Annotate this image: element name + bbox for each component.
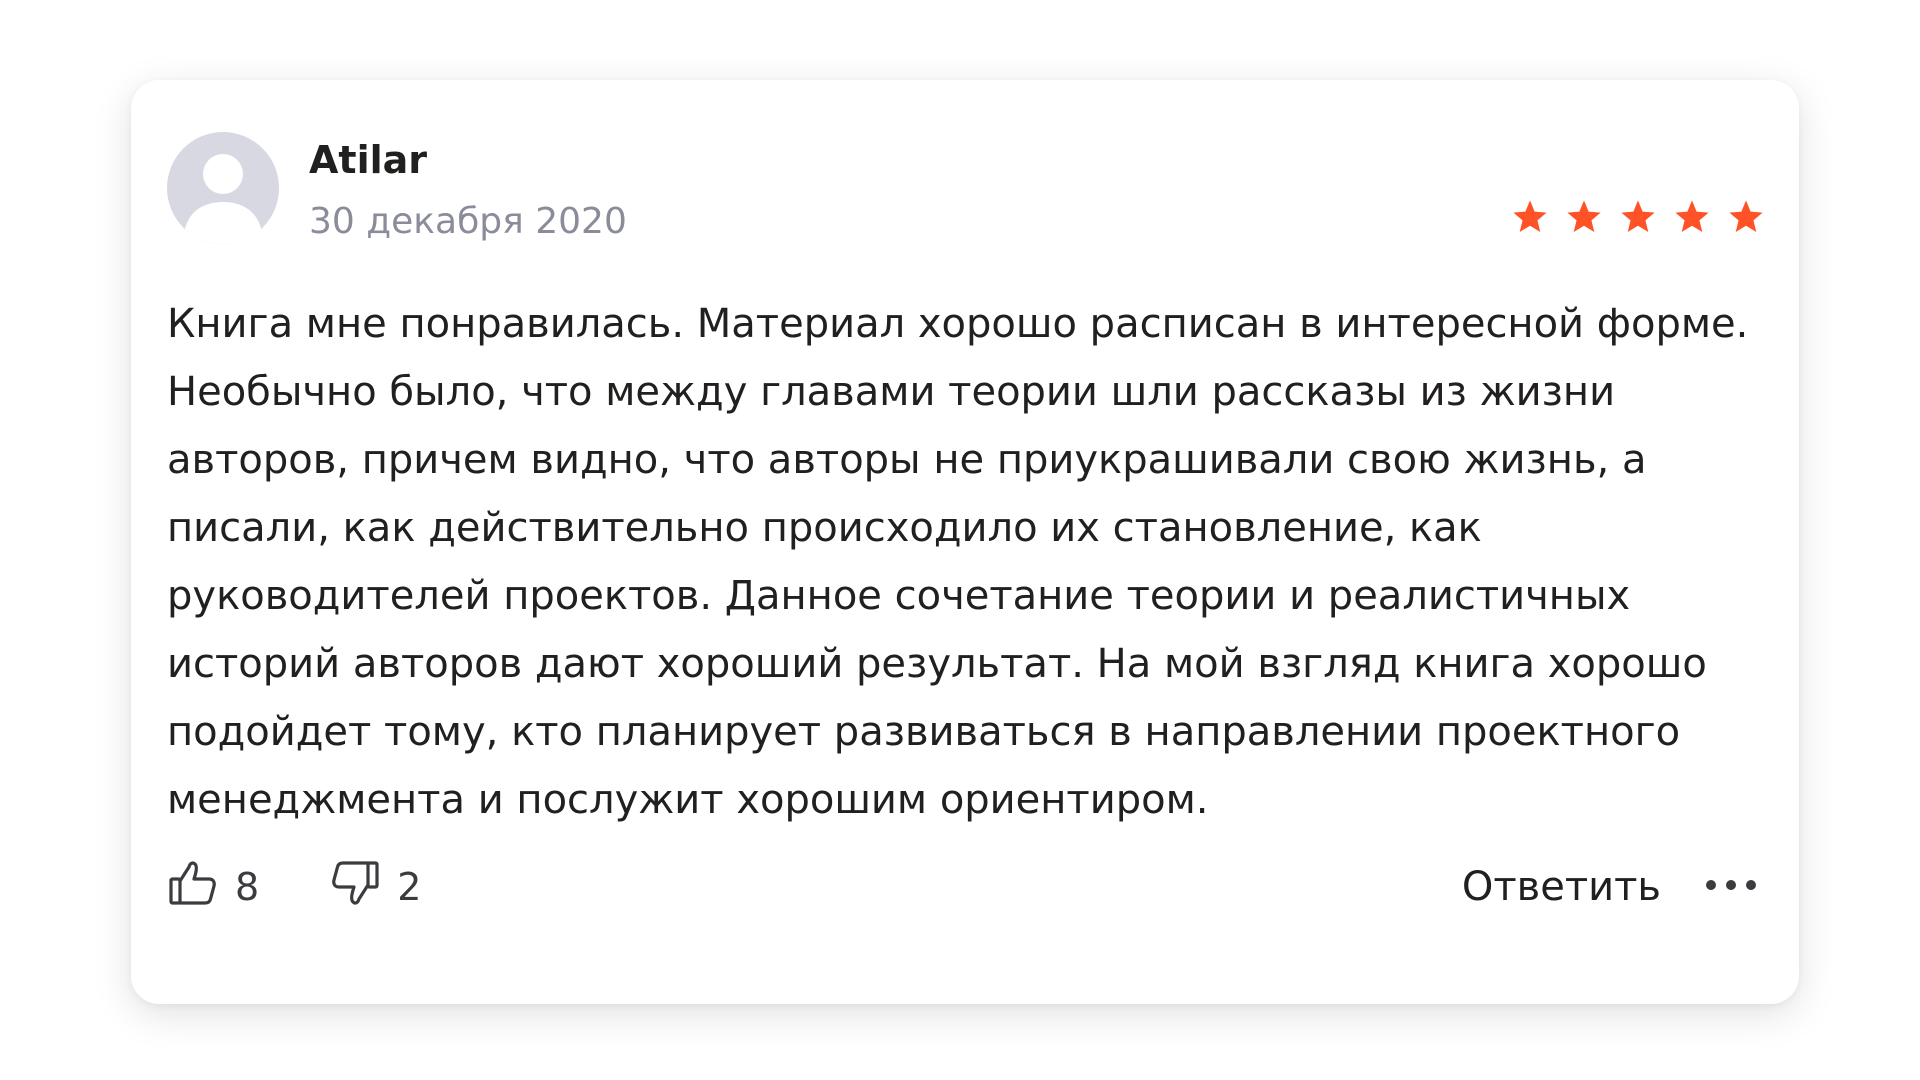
reply-button[interactable]: Ответить (1462, 864, 1661, 910)
star-icon (1567, 200, 1601, 233)
user-placeholder-icon (183, 154, 263, 244)
review-card: Atilar 30 декабря 2020 Книга мне понрави… (131, 80, 1799, 1004)
dislike-count: 2 (397, 865, 422, 909)
star-icon (1729, 200, 1763, 233)
rating-stars (1511, 198, 1765, 236)
thumbs-down-icon (329, 857, 381, 918)
author-name[interactable]: Atilar (309, 132, 427, 188)
star-icon (1621, 200, 1655, 233)
like-count: 8 (235, 865, 260, 909)
review-text: Книга мне понравилась. Материал хорошо р… (167, 301, 1749, 823)
more-button[interactable] (1703, 877, 1759, 897)
thumbs-up-icon (167, 857, 219, 918)
review-actions: 8 2 Ответить (167, 852, 1759, 922)
dislike-button[interactable]: 2 (329, 857, 421, 918)
like-button[interactable]: 8 (167, 857, 259, 918)
star-icon (1513, 200, 1547, 233)
avatar (167, 132, 279, 244)
more-dots-icon (1703, 877, 1759, 897)
review-date: 30 декабря 2020 (309, 201, 627, 242)
star-icon (1675, 200, 1709, 233)
